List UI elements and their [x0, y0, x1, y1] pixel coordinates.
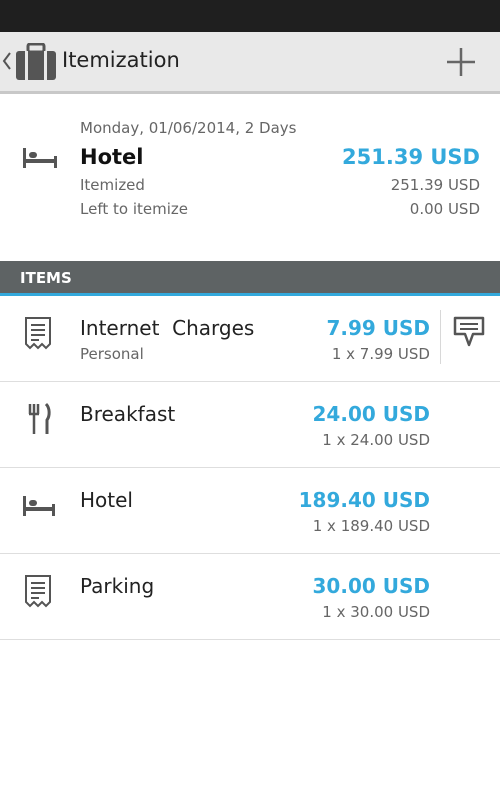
itemized-label: Itemized [80, 176, 145, 194]
fork-knife-icon [28, 402, 51, 434]
left-to-itemize-value: 0.00 USD [409, 200, 480, 218]
list-item[interactable]: Parking 30.00 USD 1 x 30.00 USD [0, 554, 500, 640]
expense-summary: Monday, 01/06/2014, 2 Days Hotel 251.39 … [0, 95, 500, 260]
list-item[interactable]: Internet Charges Personal 7.99 USD 1 x 7… [0, 296, 500, 382]
item-amount: 189.40 USD [298, 488, 430, 512]
item-amount: 7.99 USD [326, 316, 430, 340]
receipt-icon [25, 575, 51, 608]
bed-icon [23, 148, 57, 168]
page-title: Itemization [62, 48, 180, 72]
item-quantity: 1 x 24.00 USD [322, 431, 430, 449]
divider [440, 310, 441, 364]
items-section-header: ITEMS [0, 261, 500, 296]
bed-icon [23, 496, 55, 516]
expense-total: 251.39 USD [342, 145, 480, 169]
expense-type: Hotel [80, 145, 144, 169]
briefcase-icon [16, 43, 56, 80]
item-amount: 24.00 USD [312, 402, 430, 426]
item-name: Breakfast [80, 402, 176, 426]
back-button[interactable] [0, 32, 60, 91]
receipt-icon [25, 317, 51, 350]
item-quantity: 1 x 7.99 USD [331, 345, 430, 363]
comment-icon[interactable] [452, 314, 486, 348]
status-bar [0, 0, 500, 32]
chevron-left-icon [2, 52, 11, 70]
action-bar: Itemization [0, 32, 500, 94]
itemized-value: 251.39 USD [390, 176, 480, 194]
items-list: Internet Charges Personal 7.99 USD 1 x 7… [0, 296, 500, 640]
item-quantity: 1 x 189.40 USD [312, 517, 430, 535]
item-amount: 30.00 USD [312, 574, 430, 598]
list-item[interactable]: Hotel 189.40 USD 1 x 189.40 USD [0, 468, 500, 554]
item-name: Internet Charges [80, 316, 255, 340]
plus-icon[interactable] [444, 45, 478, 79]
expense-date: Monday, 01/06/2014, 2 Days [80, 119, 297, 137]
item-subtitle: Personal [80, 345, 144, 363]
section-title: ITEMS [20, 269, 72, 287]
list-item[interactable]: Breakfast 24.00 USD 1 x 24.00 USD [0, 382, 500, 468]
item-name: Hotel [80, 488, 133, 512]
item-quantity: 1 x 30.00 USD [322, 603, 430, 621]
left-to-itemize-label: Left to itemize [80, 200, 188, 218]
item-name: Parking [80, 574, 155, 598]
